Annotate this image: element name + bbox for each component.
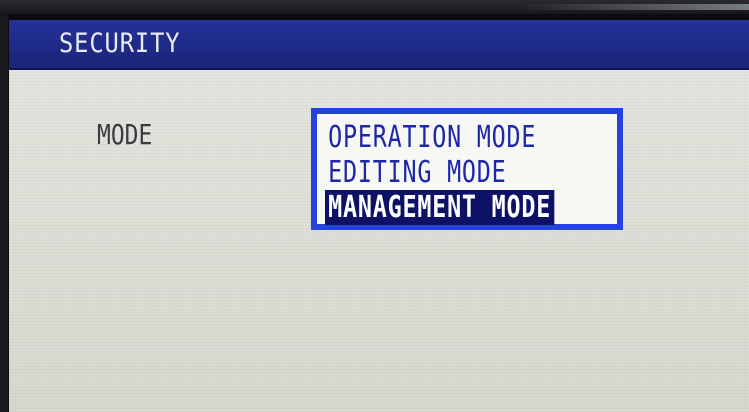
mode-option-operation[interactable]: OPERATION MODE (325, 120, 554, 155)
mode-option-list: OPERATION MODE EDITING MODE MANAGEMENT M… (325, 120, 619, 225)
security-panel: MODE OPERATION MODE EDITING MODE MANAGEM… (9, 70, 749, 412)
mode-option-editing[interactable]: EDITING MODE (325, 155, 554, 190)
mode-select-box[interactable]: OPERATION MODE EDITING MODE MANAGEMENT M… (311, 108, 623, 230)
page-title: SECURITY (59, 28, 181, 59)
mode-label: MODE (97, 118, 153, 151)
mode-option-management[interactable]: MANAGEMENT MODE (325, 190, 555, 225)
title-bar: SECURITY (9, 20, 749, 70)
bezel-reflection (520, 4, 749, 10)
